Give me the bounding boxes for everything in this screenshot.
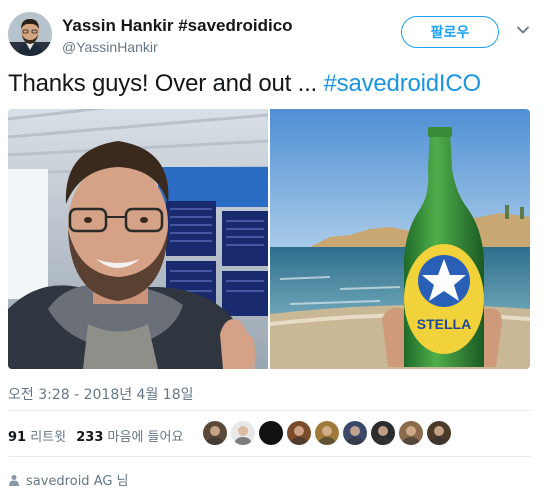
like-count: 233 [76, 430, 104, 445]
follow-button[interactable]: 팔로우 [401, 16, 499, 48]
tweet-timestamp[interactable]: 오전 3:28 - 2018년 4월 18일 [8, 384, 194, 404]
retweet-count: 91 [8, 430, 27, 445]
tweet-text: Thanks guys! Over and out ... #savedroid… [8, 70, 481, 98]
tweet-body: Thanks guys! Over and out ... [8, 70, 318, 97]
tweet-media[interactable]: STELLA [8, 109, 530, 369]
author-handle[interactable]: @YassinHankir [62, 39, 158, 55]
liker-avatar[interactable] [287, 421, 311, 445]
author-name[interactable]: Yassin Hankir #savedroidico [62, 16, 293, 36]
beach-bottle-photo[interactable]: STELLA [270, 109, 530, 369]
divider [8, 410, 532, 411]
liker-avatar[interactable] [371, 421, 395, 445]
liker-avatar[interactable] [259, 421, 283, 445]
person-icon [9, 474, 19, 486]
chevron-down-icon[interactable] [515, 22, 531, 38]
liker-avatar[interactable] [427, 421, 451, 445]
retweet-stat[interactable]: 91 리트윗 [8, 430, 70, 445]
liker-avatar[interactable] [343, 421, 367, 445]
footer-text[interactable]: savedroid AG 님 [26, 470, 129, 489]
hashtag-link[interactable]: #savedroidICO [324, 70, 482, 97]
liker-avatar[interactable] [203, 421, 227, 445]
liker-avatar[interactable] [315, 421, 339, 445]
liker-avatar[interactable] [399, 421, 423, 445]
retweet-label: 리트윗 [30, 430, 67, 445]
tweet-stats: 91 리트윗 233 마음에 들어요 [8, 426, 189, 445]
divider [8, 456, 532, 457]
author-avatar[interactable] [8, 12, 52, 56]
like-label: 마음에 들어요 [107, 430, 184, 445]
bottle-label-text: STELLA [417, 316, 471, 332]
selfie-photo[interactable] [8, 109, 268, 369]
liker-avatar[interactable] [231, 421, 255, 445]
tweet-header: Yassin Hankir #savedroidico @YassinHanki… [8, 12, 542, 60]
likers-avatars [203, 421, 451, 445]
tweet-footer: savedroid AG 님 [8, 470, 129, 489]
like-stat[interactable]: 233 마음에 들어요 [76, 430, 183, 445]
